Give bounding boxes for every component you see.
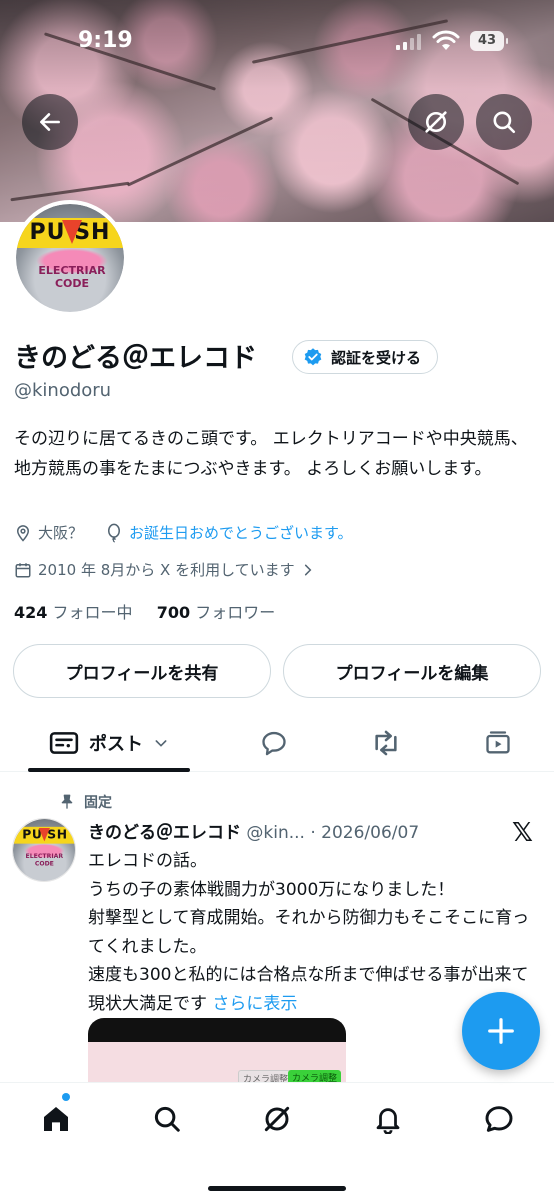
status-time: 9:19 xyxy=(78,28,133,53)
edit-profile-button[interactable]: プロフィールを編集 xyxy=(283,644,541,698)
wifi-icon xyxy=(432,30,460,50)
calendar-icon xyxy=(15,562,31,577)
birthday-link[interactable]: お誕生日おめでとうございます。 xyxy=(129,522,353,543)
followers-link[interactable]: 700 フォロワー xyxy=(157,603,276,622)
repost-icon xyxy=(375,730,397,756)
nav-search[interactable] xyxy=(147,1099,187,1139)
bell-icon xyxy=(376,1108,400,1134)
profile-tabs: ポスト xyxy=(0,714,554,772)
tab-posts[interactable]: ポスト xyxy=(28,714,190,772)
profile-handle: @kinodoru xyxy=(14,380,112,401)
active-tab-indicator xyxy=(28,768,190,772)
post-media-image[interactable]: カメラ調整 カメラ調整 xyxy=(88,1018,346,1088)
cellular-signal-icon xyxy=(396,34,422,50)
grok-icon xyxy=(264,1106,290,1132)
profile-location: 大阪？ xyxy=(38,524,84,542)
balloon-icon xyxy=(108,523,121,543)
compose-post-button[interactable] xyxy=(462,992,540,1070)
video-icon xyxy=(486,731,510,754)
posts-icon xyxy=(49,732,79,754)
electriar-code-logo: PU SH ELECTRIAR CODE xyxy=(16,204,124,312)
profile-display-name: きのどる＠エレコド xyxy=(14,343,257,374)
joined-date: 2010 年 8月から X を利用しています xyxy=(38,561,295,579)
post-line: 射撃型として育成開始。それから防御力もそこそこに育ってくれました。 xyxy=(88,908,530,957)
pinned-label: 固定 xyxy=(84,795,112,811)
tab-media[interactable] xyxy=(476,714,520,772)
tab-reposts[interactable] xyxy=(364,714,408,772)
post-body[interactable]: エレコドの話。 うちの子の素体戦闘力が3000万になりました！ 射撃型として育成… xyxy=(88,847,538,1018)
arrow-left-icon xyxy=(40,113,60,131)
post-line: エレコドの話。 xyxy=(88,851,207,871)
followers-count: 700 xyxy=(156,603,191,622)
post-author-name[interactable]: きのどる＠エレコド xyxy=(88,823,241,843)
post-header: きのどる＠エレコド @kin... · 2026/06/07 xyxy=(88,818,419,843)
follow-stats: 424 フォロー中 700 フォロワー xyxy=(14,599,275,623)
search-icon xyxy=(493,111,516,134)
verified-badge-icon xyxy=(304,348,322,366)
post-line: うちの子の素体戦闘力が3000万になりました！ xyxy=(88,879,455,900)
home-notification-dot xyxy=(62,1093,70,1101)
messages-icon xyxy=(485,1106,513,1132)
grok-button[interactable] xyxy=(408,94,464,150)
joined-date-row[interactable]: 2010 年 8月から X を利用しています xyxy=(14,559,315,580)
get-verified-button[interactable]: 認証を受ける xyxy=(292,340,439,374)
home-icon xyxy=(44,1107,68,1131)
bottom-navigation xyxy=(0,1082,554,1200)
show-more-link[interactable]: さらに表示 xyxy=(212,994,297,1014)
following-link[interactable]: 424 フォロー中 xyxy=(14,603,133,622)
chevron-right-icon xyxy=(304,564,312,575)
nav-grok[interactable] xyxy=(257,1099,297,1139)
post-author-avatar[interactable]: PU SH ELECTRIAR CODE xyxy=(12,818,76,882)
x-logo-icon: 𝕏 xyxy=(512,818,533,848)
profile-avatar[interactable]: PU SH ELECTRIAR CODE xyxy=(12,200,128,316)
search-button[interactable] xyxy=(476,94,532,150)
electriar-code-logo: PU SH ELECTRIAR CODE xyxy=(13,819,75,881)
status-bar: 9:19 43 xyxy=(0,26,554,56)
nav-messages[interactable] xyxy=(479,1099,519,1139)
profile-bio: その辺りに居てるきのこ頭です。 エレクトリアコードや中央競馬、地方競馬の事をたま… xyxy=(14,429,528,479)
nav-notifications[interactable] xyxy=(368,1099,408,1139)
post-author-meta: @kin... · 2026/06/07 xyxy=(246,823,420,843)
reply-bubble-icon xyxy=(262,731,286,756)
plus-icon xyxy=(488,1018,514,1044)
following-label: フォロー中 xyxy=(52,603,133,622)
profile-meta-row: 大阪？ お誕生日おめでとうございます。 xyxy=(14,522,353,543)
home-indicator xyxy=(208,1186,346,1191)
following-count: 424 xyxy=(14,603,48,622)
pin-icon xyxy=(61,794,73,809)
search-icon xyxy=(154,1106,180,1132)
followers-label: フォロワー xyxy=(195,603,276,622)
battery-icon: 43 xyxy=(470,31,508,51)
grok-icon xyxy=(425,111,447,133)
nav-home[interactable] xyxy=(36,1099,76,1139)
share-profile-button[interactable]: プロフィールを共有 xyxy=(13,644,271,698)
get-verified-label: 認証を受ける xyxy=(331,348,422,367)
back-button[interactable] xyxy=(22,94,78,150)
pinned-indicator: 固定 xyxy=(60,792,112,812)
tab-replies[interactable] xyxy=(252,714,296,772)
tab-posts-label: ポスト xyxy=(89,734,143,755)
chevron-down-icon xyxy=(155,740,167,747)
location-pin-icon xyxy=(16,524,30,542)
